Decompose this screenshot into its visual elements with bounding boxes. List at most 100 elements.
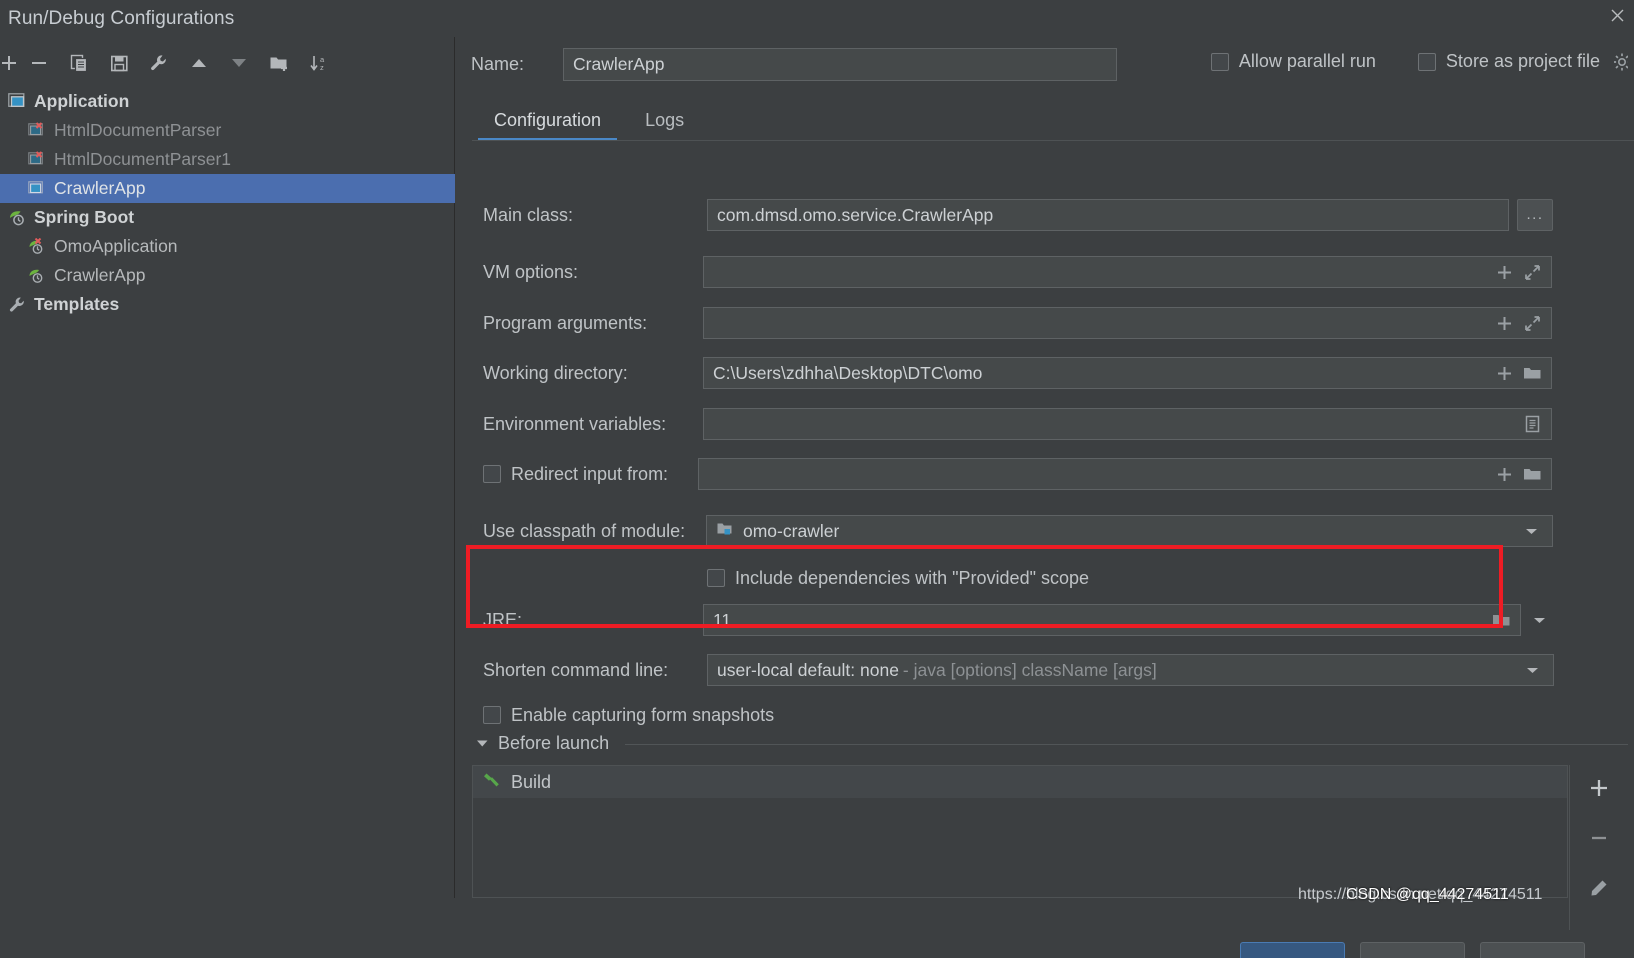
close-icon[interactable] — [1606, 4, 1628, 26]
tab-logs-label: Logs — [645, 110, 685, 130]
include-provided-checkbox[interactable]: Include dependencies with "Provided" sco… — [707, 568, 1089, 589]
enable-capturing-label: Enable capturing form snapshots — [511, 704, 775, 725]
editor-tabs: Configuration Logs — [472, 99, 1634, 141]
folder-icon[interactable] — [1519, 461, 1545, 487]
macro-plus-icon[interactable] — [1491, 360, 1517, 386]
working-directory-value: C:\Users\zdhha\Desktop\DTC\omo — [713, 362, 983, 383]
checkbox-box[interactable] — [483, 465, 501, 483]
chevron-down-icon[interactable] — [1517, 655, 1547, 685]
tab-logs[interactable]: Logs — [623, 110, 706, 141]
jre-row: JRE: 11 — [456, 602, 1634, 638]
title-bar: Run/Debug Configurations — [0, 0, 1634, 37]
before-launch-task-list[interactable]: Build — [472, 765, 1568, 898]
macro-plus-icon[interactable] — [1491, 461, 1517, 487]
spring-boot-error-icon — [28, 237, 48, 256]
enable-capturing-checkbox[interactable]: Enable capturing form snapshots — [483, 705, 774, 726]
build-hammer-icon — [483, 771, 502, 794]
copy-icon[interactable] — [60, 48, 98, 78]
ok-button[interactable] — [1240, 942, 1345, 958]
store-as-project-file-label: Store as project file — [1445, 51, 1600, 71]
tree-item-label: CrawlerApp — [54, 178, 146, 198]
apply-button[interactable] — [1480, 942, 1585, 958]
minus-icon[interactable] — [20, 48, 58, 78]
tree-group-application[interactable]: Application — [0, 87, 455, 116]
shorten-command-line-label: Shorten command line: — [483, 659, 669, 680]
application-error-icon — [28, 121, 48, 140]
spring-boot-icon — [28, 267, 48, 285]
tree-item-label: HtmlDocumentParser1 — [54, 149, 231, 169]
main-class-input[interactable]: com.dmsd.omo.service.CrawlerApp — [707, 199, 1509, 231]
checkbox-box[interactable] — [707, 569, 725, 587]
vm-options-field-icons — [1491, 259, 1551, 285]
jre-label: JRE: — [483, 609, 523, 630]
expand-icon[interactable] — [1519, 259, 1545, 285]
include-provided-row: Include dependencies with "Provided" sco… — [456, 560, 1634, 596]
application-icon — [8, 92, 28, 111]
gear-icon[interactable] — [1614, 52, 1628, 72]
save-icon[interactable] — [100, 48, 138, 78]
add-task-button[interactable] — [1583, 773, 1615, 803]
redirect-input-field[interactable] — [698, 458, 1552, 490]
tree-group-templates[interactable]: Templates — [0, 290, 455, 319]
tree-item-label: HtmlDocumentParser — [54, 120, 222, 140]
environment-variables-input[interactable] — [703, 408, 1552, 440]
chevron-down-icon[interactable] — [1516, 516, 1546, 546]
list-edit-icon[interactable] — [1519, 411, 1545, 437]
arrow-up-icon[interactable] — [180, 48, 218, 78]
redirect-input-field-icons — [1491, 461, 1551, 487]
tab-configuration[interactable]: Configuration — [472, 110, 623, 141]
configurations-panel: a z Application HtmlDocumentParser HtmlD… — [0, 37, 455, 898]
name-input[interactable]: CrawlerApp — [563, 47, 1117, 81]
cancel-button[interactable] — [1360, 942, 1465, 958]
working-directory-label: Working directory: — [483, 362, 628, 383]
tree-item-omoapplication[interactable]: OmoApplication — [0, 232, 455, 261]
main-class-browse-button[interactable]: ... — [1517, 199, 1553, 231]
store-as-project-file-checkbox[interactable]: Store as project file — [1417, 51, 1628, 72]
working-directory-input[interactable]: C:\Users\zdhha\Desktop\DTC\omo — [703, 357, 1552, 389]
macro-plus-icon[interactable] — [1491, 310, 1517, 336]
classpath-module-combobox[interactable]: omo-crawler — [706, 515, 1553, 547]
tree-item-crawlerapp-springboot[interactable]: CrawlerApp — [0, 261, 455, 290]
remove-task-button[interactable] — [1583, 823, 1615, 853]
environment-variables-label: Environment variables: — [483, 413, 667, 434]
jre-chevron-down-icon[interactable] — [1524, 605, 1554, 635]
shorten-command-line-combobox[interactable]: user-local default: none - java [options… — [707, 654, 1554, 686]
folder-add-icon[interactable] — [260, 48, 298, 78]
configurations-tree[interactable]: Application HtmlDocumentParser HtmlDocum… — [0, 87, 455, 898]
folder-icon[interactable] — [1488, 607, 1514, 633]
macro-plus-icon[interactable] — [1491, 259, 1517, 285]
tree-group-templates-label: Templates — [34, 294, 120, 314]
environment-variables-field-icons — [1519, 411, 1551, 437]
redirect-input-checkbox[interactable]: Redirect input from: — [483, 464, 668, 485]
main-class-value: com.dmsd.omo.service.CrawlerApp — [717, 204, 994, 225]
folder-icon[interactable] — [1519, 360, 1545, 386]
tree-item-htmldocumentparser1[interactable]: HtmlDocumentParser1 — [0, 145, 455, 174]
checkbox-box[interactable] — [1417, 52, 1436, 71]
wrench-icon[interactable] — [140, 48, 178, 78]
program-arguments-input[interactable] — [703, 307, 1552, 339]
watermark: https://blog.csdn.net/qq_44274511 CSDN @… — [1298, 886, 1628, 910]
vm-options-label: VM options: — [483, 261, 579, 282]
before-launch-task-row[interactable]: Build — [473, 766, 1567, 798]
svg-text:z: z — [320, 63, 324, 72]
tree-item-label: OmoApplication — [54, 236, 178, 256]
checkbox-box[interactable] — [1210, 52, 1229, 71]
tree-item-htmldocumentparser[interactable]: HtmlDocumentParser — [0, 116, 455, 145]
tree-toolbar: a z — [0, 45, 455, 81]
triangle-down-icon[interactable] — [476, 735, 489, 753]
redirect-input-label: Redirect input from: — [511, 463, 669, 484]
plus-icon[interactable] — [0, 48, 18, 78]
allow-parallel-run-checkbox[interactable]: Allow parallel run — [1210, 51, 1376, 72]
arrow-down-icon[interactable] — [220, 48, 258, 78]
tree-group-spring-boot[interactable]: Spring Boot — [0, 203, 455, 232]
before-launch-header[interactable]: Before launch — [476, 733, 609, 754]
shorten-command-line-hint: - java [options] className [args] — [902, 659, 1157, 680]
checkbox-box[interactable] — [483, 706, 501, 724]
expand-icon[interactable] — [1519, 310, 1545, 336]
vm-options-input[interactable] — [703, 256, 1552, 288]
sort-az-icon[interactable]: a z — [300, 48, 338, 78]
allow-parallel-run-label: Allow parallel run — [1238, 51, 1376, 71]
tree-item-crawlerapp-application[interactable]: CrawlerApp — [0, 174, 455, 203]
tree-group-spring-boot-label: Spring Boot — [34, 207, 135, 227]
jre-input[interactable]: 11 — [703, 604, 1521, 636]
